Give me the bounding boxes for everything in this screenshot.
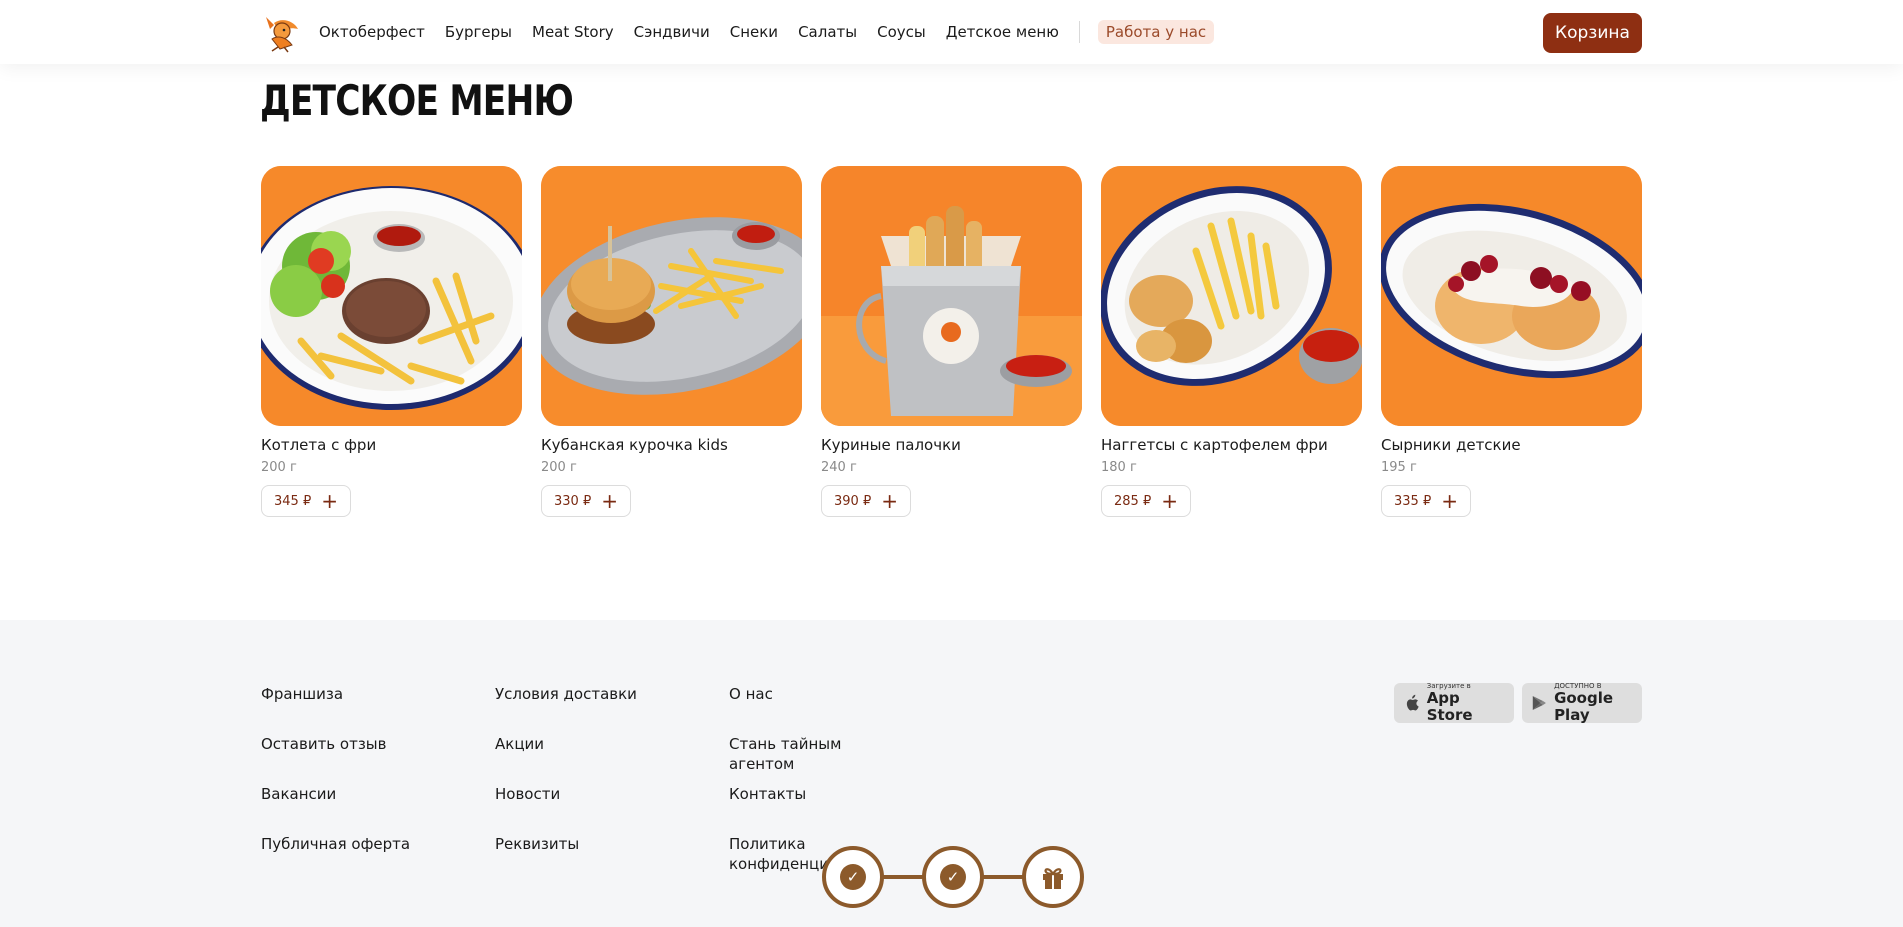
fox-logo-icon[interactable] (260, 11, 302, 53)
product-weight: 200 г (541, 460, 577, 475)
product-card: Наггетсы с картофелем фри 180 г 285 ₽ + (1101, 166, 1362, 517)
google-play-button[interactable]: ДОСТУПНО В Google Play (1522, 682, 1642, 724)
product-image[interactable] (1101, 166, 1362, 426)
progress-step-2[interactable]: ✓ (922, 846, 984, 908)
plus-icon: + (601, 489, 618, 513)
footer-link-requisites[interactable]: Реквизиты (495, 834, 637, 884)
footer-link-contacts[interactable]: Контакты (729, 784, 909, 834)
footer-link-delivery[interactable]: Условия доставки (495, 684, 637, 734)
product-price: 390 ₽ (834, 493, 872, 509)
apple-icon (1406, 694, 1419, 711)
jobs-link[interactable]: Работа у нас (1097, 20, 1215, 44)
add-to-cart-button[interactable]: 330 ₽ + (541, 485, 631, 517)
product-grid: Котлета с фри 200 г 345 ₽ + Кубанская ку… (261, 166, 1642, 517)
product-name: Куриные палочки (821, 436, 961, 454)
footer-link-vacancies[interactable]: Вакансии (261, 784, 410, 834)
progress-step-3[interactable] (1022, 846, 1084, 908)
product-image[interactable] (821, 166, 1082, 426)
nav-divider (1078, 21, 1080, 43)
product-price: 285 ₽ (1114, 493, 1152, 509)
nav-item-meat-story[interactable]: Meat Story (532, 23, 614, 41)
cart-button[interactable]: Корзина (1543, 13, 1642, 53)
product-weight: 195 г (1381, 460, 1417, 475)
product-image[interactable] (1381, 166, 1642, 426)
product-name: Сырники детские (1381, 436, 1521, 454)
product-image[interactable] (541, 166, 802, 426)
plus-icon: + (881, 489, 898, 513)
product-card: Куриные палочки 240 г 390 ₽ + (821, 166, 1082, 517)
nav-item-burgers[interactable]: Бургеры (445, 23, 512, 41)
footer-link-franchise[interactable]: Франшиза (261, 684, 410, 734)
product-name: Котлета с фри (261, 436, 377, 454)
product-image[interactable] (261, 166, 522, 426)
app-store-button[interactable]: Загрузите в App Store (1394, 682, 1514, 724)
product-card: Котлета с фри 200 г 345 ₽ + (261, 166, 522, 517)
page-title: ДЕТСКОЕ МЕНЮ (260, 76, 574, 125)
product-card: Кубанская курочка kids 200 г 330 ₽ + (541, 166, 802, 517)
nav-item-kids-menu[interactable]: Детское меню (946, 23, 1059, 41)
product-weight: 180 г (1101, 460, 1137, 475)
app-store-label: App Store (1426, 689, 1473, 724)
add-to-cart-button[interactable]: 285 ₽ + (1101, 485, 1191, 517)
gift-icon (1043, 868, 1063, 889)
google-play-label: Google Play (1554, 689, 1614, 724)
product-name: Наггетсы с картофелем фри (1101, 436, 1328, 454)
check-icon: ✓ (940, 864, 966, 890)
plus-icon: + (1441, 489, 1458, 513)
add-to-cart-button[interactable]: 390 ₽ + (821, 485, 911, 517)
footer-column-2: Условия доставки Акции Новости Реквизиты (495, 684, 637, 884)
check-icon: ✓ (840, 864, 866, 890)
add-to-cart-button[interactable]: 345 ₽ + (261, 485, 351, 517)
footer-link-about[interactable]: О нас (729, 684, 909, 734)
loyalty-progress: ✓ ✓ (822, 846, 1084, 908)
product-name: Кубанская курочка kids (541, 436, 728, 454)
product-card: Сырники детские 195 г 335 ₽ + (1381, 166, 1642, 517)
nav-item-sauces[interactable]: Соусы (877, 23, 926, 41)
product-price: 345 ₽ (274, 493, 312, 509)
plus-icon: + (1161, 489, 1178, 513)
plus-icon: + (321, 489, 338, 513)
footer-column-1: Франшиза Оставить отзыв Вакансии Публичн… (261, 684, 410, 884)
progress-connector (880, 875, 926, 879)
footer-link-review[interactable]: Оставить отзыв (261, 734, 410, 784)
footer-link-secret-agent[interactable]: Стань тайным агентом (729, 734, 909, 784)
nav-item-snacks[interactable]: Снеки (730, 23, 778, 41)
site-header: Октоберфест Бургеры Meat Story Сэндвичи … (0, 0, 1903, 64)
product-weight: 200 г (261, 460, 297, 475)
nav-item-sandwiches[interactable]: Сэндвичи (634, 23, 710, 41)
product-price: 330 ₽ (554, 493, 592, 509)
progress-step-1[interactable]: ✓ (822, 846, 884, 908)
footer-link-promotions[interactable]: Акции (495, 734, 637, 784)
google-play-icon (1532, 695, 1546, 711)
nav-item-oktoberfest[interactable]: Октоберфест (319, 23, 425, 41)
add-to-cart-button[interactable]: 335 ₽ + (1381, 485, 1471, 517)
product-price: 335 ₽ (1394, 493, 1432, 509)
main-nav: Октоберфест Бургеры Meat Story Сэндвичи … (319, 0, 1215, 64)
progress-connector (980, 875, 1026, 879)
footer-link-offer[interactable]: Публичная оферта (261, 834, 410, 884)
footer-link-news[interactable]: Новости (495, 784, 637, 834)
product-weight: 240 г (821, 460, 857, 475)
nav-item-salads[interactable]: Салаты (798, 23, 857, 41)
